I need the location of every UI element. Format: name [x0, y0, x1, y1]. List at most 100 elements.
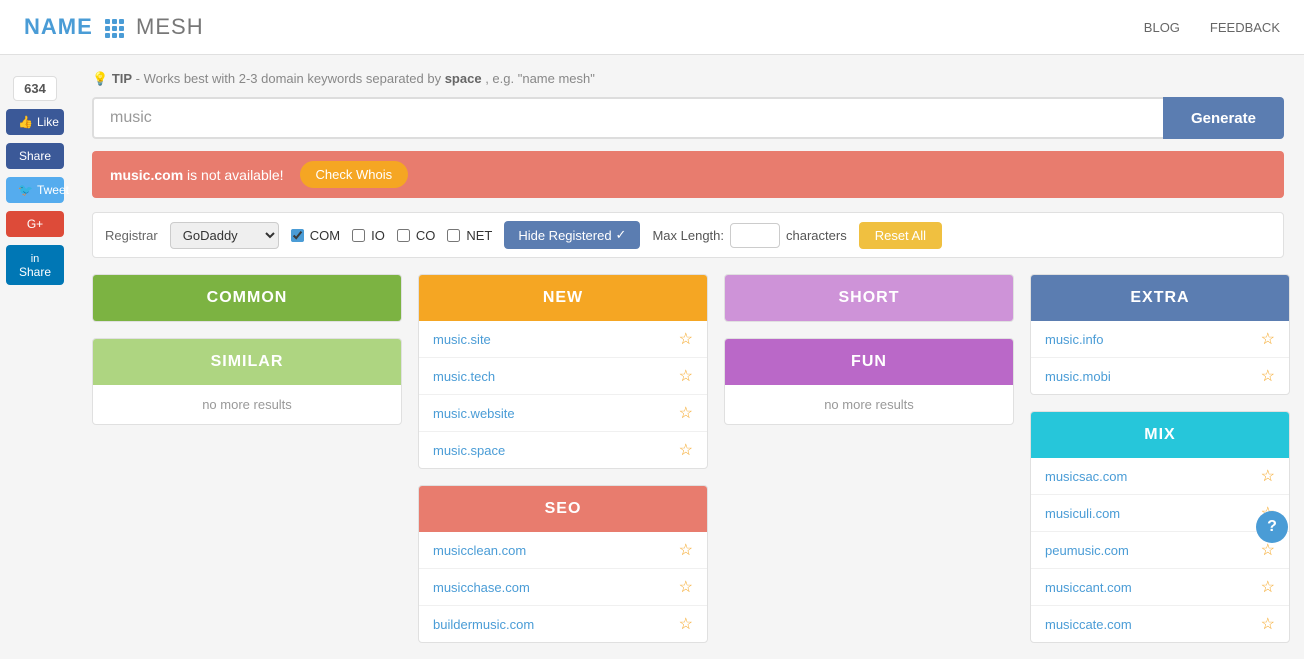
fun-header[interactable]: FUN: [725, 339, 1013, 385]
help-button[interactable]: ?: [1256, 511, 1288, 543]
mix-header[interactable]: MIX: [1031, 412, 1289, 458]
com-checkbox-group: COM: [291, 228, 340, 243]
fun-section: FUN no more results: [724, 338, 1014, 425]
new-domain-2[interactable]: music.website: [433, 406, 515, 421]
extra-star-0[interactable]: ☆: [1261, 329, 1275, 349]
new-domain-1[interactable]: music.tech: [433, 369, 495, 384]
header: NAME MESH BLOG FEEDBACK: [0, 0, 1304, 55]
list-item: music.mobi ☆: [1031, 358, 1289, 394]
mix-domain-0[interactable]: musicsac.com: [1045, 469, 1127, 484]
short-section: SHORT: [724, 274, 1014, 322]
max-length-label: Max Length:: [652, 228, 724, 243]
list-item: music.space ☆: [419, 432, 707, 468]
extra-domain-0[interactable]: music.info: [1045, 332, 1104, 347]
options-row: Registrar GoDaddy Namecheap Name.com COM…: [92, 212, 1284, 258]
similar-no-results: no more results: [93, 385, 401, 424]
tip-text: - Works best with 2-3 domain keywords se…: [136, 71, 441, 86]
seo-domain-0[interactable]: musicclean.com: [433, 543, 526, 558]
tweet-button[interactable]: 🐦 Tweet: [6, 177, 64, 203]
characters-label: characters: [786, 228, 847, 243]
reset-all-button[interactable]: Reset All: [859, 222, 942, 249]
check-whois-button[interactable]: Check Whois: [300, 161, 409, 188]
like-button[interactable]: 👍 Like: [6, 109, 64, 135]
similar-header[interactable]: SIMILAR: [93, 339, 401, 385]
seo-domain-2[interactable]: buildermusic.com: [433, 617, 534, 632]
linkedin-icon: in: [31, 253, 40, 265]
list-item: musiculi.com ☆: [1031, 495, 1289, 532]
seo-header[interactable]: SEO: [419, 486, 707, 532]
extra-star-1[interactable]: ☆: [1261, 366, 1275, 386]
list-item: musicclean.com ☆: [419, 532, 707, 569]
seo-star-0[interactable]: ☆: [679, 540, 693, 560]
common-header[interactable]: COMMON: [93, 275, 401, 321]
nav-blog[interactable]: BLOG: [1144, 20, 1180, 35]
search-row: Generate: [92, 97, 1284, 139]
sidebar-count: 634: [13, 76, 57, 101]
mix-star-2[interactable]: ☆: [1261, 540, 1275, 560]
availability-message: music.com is not available!: [110, 167, 284, 183]
col-new-seo: NEW music.site ☆ music.tech ☆ music.webs…: [418, 274, 708, 643]
com-checkbox[interactable]: [291, 229, 304, 242]
linkedin-share-button[interactable]: in Share: [6, 245, 64, 285]
mix-domain-3[interactable]: musiccant.com: [1045, 580, 1132, 595]
extra-section: EXTRA music.info ☆ music.mobi ☆: [1030, 274, 1290, 395]
unavailable-domain: music.com: [110, 167, 183, 183]
net-checkbox[interactable]: [447, 229, 460, 242]
seo-section: SEO musicclean.com ☆ musicchase.com ☆ bu…: [418, 485, 708, 643]
col-common-similar: COMMON SIMILAR no more results: [92, 274, 402, 643]
io-checkbox[interactable]: [352, 229, 365, 242]
list-item: music.website ☆: [419, 395, 707, 432]
logo-mesh: MESH: [136, 14, 204, 39]
mix-domain-1[interactable]: musiculi.com: [1045, 506, 1120, 521]
short-header[interactable]: SHORT: [725, 275, 1013, 321]
star-icon-0[interactable]: ☆: [679, 329, 693, 349]
checkmark-icon: ✓: [616, 227, 627, 243]
hide-registered-button[interactable]: Hide Registered ✓: [504, 221, 640, 249]
mix-star-4[interactable]: ☆: [1261, 614, 1275, 634]
seo-star-2[interactable]: ☆: [679, 614, 693, 634]
logo-grid-icon: [105, 19, 124, 38]
similar-section: SIMILAR no more results: [92, 338, 402, 425]
star-icon-3[interactable]: ☆: [679, 440, 693, 460]
mix-star-3[interactable]: ☆: [1261, 577, 1275, 597]
registrar-label: Registrar: [105, 228, 158, 243]
tip-space-word: space: [445, 71, 482, 86]
new-body: music.site ☆ music.tech ☆ music.website …: [419, 321, 707, 468]
sidebar: 634 👍 Like Share 🐦 Tweet G+ in Share: [0, 60, 70, 285]
not-available-bar: music.com is not available! Check Whois: [92, 151, 1284, 198]
star-icon-1[interactable]: ☆: [679, 366, 693, 386]
registrar-select[interactable]: GoDaddy Namecheap Name.com: [170, 222, 279, 249]
new-section: NEW music.site ☆ music.tech ☆ music.webs…: [418, 274, 708, 469]
com-label: COM: [310, 228, 340, 243]
gplus-button[interactable]: G+: [6, 211, 64, 237]
main: 💡 TIP - Works best with 2-3 domain keywo…: [72, 55, 1304, 659]
seo-domain-1[interactable]: musicchase.com: [433, 580, 530, 595]
mix-section: MIX musicsac.com ☆ musiculi.com ☆ peumus…: [1030, 411, 1290, 643]
new-header[interactable]: NEW: [419, 275, 707, 321]
co-checkbox[interactable]: [397, 229, 410, 242]
fun-no-results: no more results: [725, 385, 1013, 424]
fun-body: no more results: [725, 385, 1013, 424]
star-icon-2[interactable]: ☆: [679, 403, 693, 423]
mix-body: musicsac.com ☆ musiculi.com ☆ peumusic.c…: [1031, 458, 1289, 642]
mix-domain-2[interactable]: peumusic.com: [1045, 543, 1129, 558]
co-label: CO: [416, 228, 436, 243]
extra-domain-1[interactable]: music.mobi: [1045, 369, 1111, 384]
new-domain-3[interactable]: music.space: [433, 443, 505, 458]
extra-header[interactable]: EXTRA: [1031, 275, 1289, 321]
max-length-input[interactable]: [730, 223, 780, 248]
max-length-group: Max Length: characters: [652, 223, 846, 248]
list-item: music.tech ☆: [419, 358, 707, 395]
generate-button[interactable]: Generate: [1163, 97, 1284, 139]
new-domain-0[interactable]: music.site: [433, 332, 491, 347]
list-item: musicchase.com ☆: [419, 569, 707, 606]
mix-domain-4[interactable]: musiccate.com: [1045, 617, 1132, 632]
tip-example: , e.g. "name mesh": [485, 71, 595, 86]
facebook-share-button[interactable]: Share: [6, 143, 64, 169]
thumbs-up-icon: 👍: [18, 115, 33, 129]
mix-star-0[interactable]: ☆: [1261, 466, 1275, 486]
list-item: peumusic.com ☆: [1031, 532, 1289, 569]
seo-star-1[interactable]: ☆: [679, 577, 693, 597]
search-input[interactable]: [92, 97, 1163, 139]
nav-feedback[interactable]: FEEDBACK: [1210, 20, 1280, 35]
